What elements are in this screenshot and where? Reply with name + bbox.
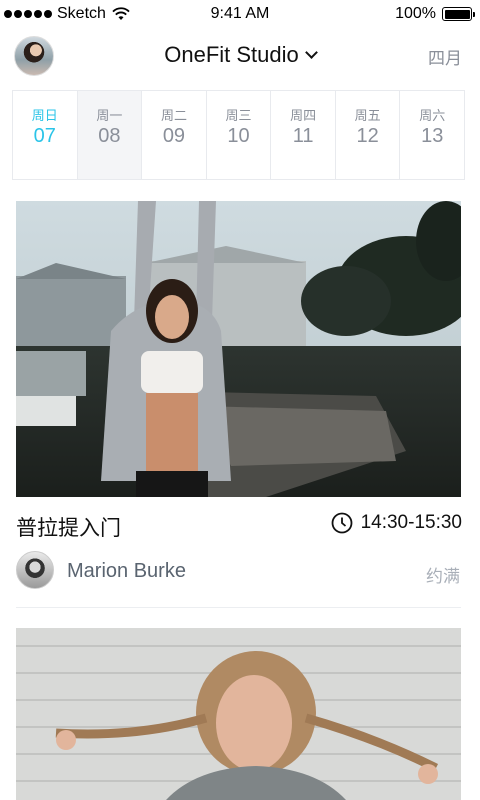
class-time: 14:30-15:30 — [331, 512, 462, 534]
day-cell[interactable]: 周五 12 — [336, 91, 401, 179]
day-name: 周五 — [354, 108, 381, 123]
day-cell[interactable]: 周四 11 — [271, 91, 336, 179]
battery-group: 100% — [395, 5, 475, 23]
day-name: 周六 — [419, 108, 446, 123]
day-name: 周日 — [31, 108, 58, 123]
day-date: 12 — [356, 125, 379, 147]
day-name: 周一 — [96, 108, 123, 123]
day-cell[interactable]: 周一 08 — [77, 91, 143, 179]
week-selector: 周日 07 周一 08 周二 09 周三 10 周四 11 周五 12 周六 1… — [12, 90, 465, 180]
status-bar: Sketch 9:41 AM 100% — [0, 0, 480, 28]
battery-icon — [442, 7, 475, 21]
class-time-label: 14:30-15:30 — [360, 512, 462, 533]
day-date: 09 — [162, 125, 186, 147]
studio-selector[interactable]: OneFit Studio — [0, 42, 480, 68]
month-label[interactable]: 四月 — [428, 44, 462, 69]
day-name: 周四 — [290, 108, 317, 123]
class-title[interactable]: 普拉提入门 — [16, 512, 121, 542]
class-photo-image — [16, 201, 461, 497]
coach-name[interactable]: Marion Burke — [67, 560, 186, 583]
day-date: 13 — [421, 125, 444, 147]
day-date: 11 — [292, 125, 314, 147]
booking-status-badge: 约满 — [426, 567, 460, 586]
day-cell[interactable]: 周日 07 — [13, 91, 78, 179]
day-date: 08 — [98, 125, 121, 147]
app-header: OneFit Studio 四月 — [0, 28, 480, 84]
coach-avatar[interactable] — [16, 551, 54, 589]
day-cell[interactable]: 周六 13 — [400, 91, 464, 179]
day-cell[interactable]: 周二 09 — [142, 91, 207, 179]
day-date: 10 — [227, 125, 250, 147]
class-photo[interactable] — [16, 201, 461, 497]
chevron-down-icon — [304, 46, 318, 59]
class-photo-image — [16, 628, 461, 800]
battery-percent: 100% — [395, 5, 436, 22]
card-divider — [16, 607, 461, 608]
studio-name: OneFit Studio — [164, 42, 299, 67]
day-cell[interactable]: 周三 10 — [207, 91, 272, 179]
class-photo[interactable] — [16, 628, 461, 800]
day-name: 周二 — [160, 108, 187, 123]
day-name: 周三 — [225, 108, 252, 123]
day-date: 07 — [33, 125, 56, 147]
clock-icon — [331, 512, 352, 534]
